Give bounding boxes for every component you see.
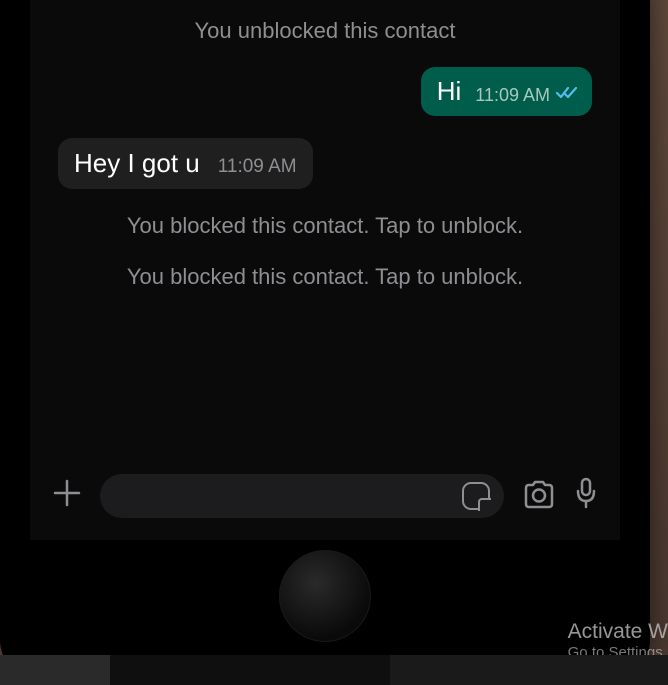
microphone-button[interactable] xyxy=(574,477,598,516)
chat-screen: unblock. You unblocked this contact Hi 1… xyxy=(30,0,620,540)
watermark-title: Activate W xyxy=(568,620,668,644)
outgoing-message-row: Hi 11:09 AM xyxy=(50,67,600,116)
system-message-unblocked: You unblocked this contact xyxy=(50,16,600,46)
input-bar xyxy=(30,456,620,540)
attach-button[interactable] xyxy=(52,477,82,515)
taskbar-fragment xyxy=(0,655,668,685)
phone-frame: unblock. You unblocked this contact Hi 1… xyxy=(0,0,650,680)
read-receipt-icon xyxy=(556,86,578,105)
camera-button[interactable] xyxy=(522,479,556,514)
outgoing-message-meta: 11:09 AM xyxy=(475,85,578,106)
chat-area: unblock. You unblocked this contact Hi 1… xyxy=(30,0,620,456)
incoming-message-bubble[interactable]: Hey I got u 11:09 AM xyxy=(58,138,313,189)
incoming-message-row: Hey I got u 11:09 AM xyxy=(50,138,600,189)
outgoing-message-bubble[interactable]: Hi 11:09 AM xyxy=(421,67,592,116)
sticker-icon[interactable] xyxy=(462,482,490,510)
outgoing-message-time: 11:09 AM xyxy=(475,85,550,106)
incoming-message-time: 11:09 AM xyxy=(218,156,297,178)
outgoing-message-text: Hi xyxy=(437,77,462,106)
system-message-blocked-1[interactable]: You blocked this contact. Tap to unblock… xyxy=(50,211,600,241)
message-input[interactable] xyxy=(100,474,504,518)
system-message-blocked-2[interactable]: You blocked this contact. Tap to unblock… xyxy=(50,262,600,292)
home-button[interactable] xyxy=(279,550,371,642)
incoming-message-text: Hey I got u xyxy=(74,149,200,178)
